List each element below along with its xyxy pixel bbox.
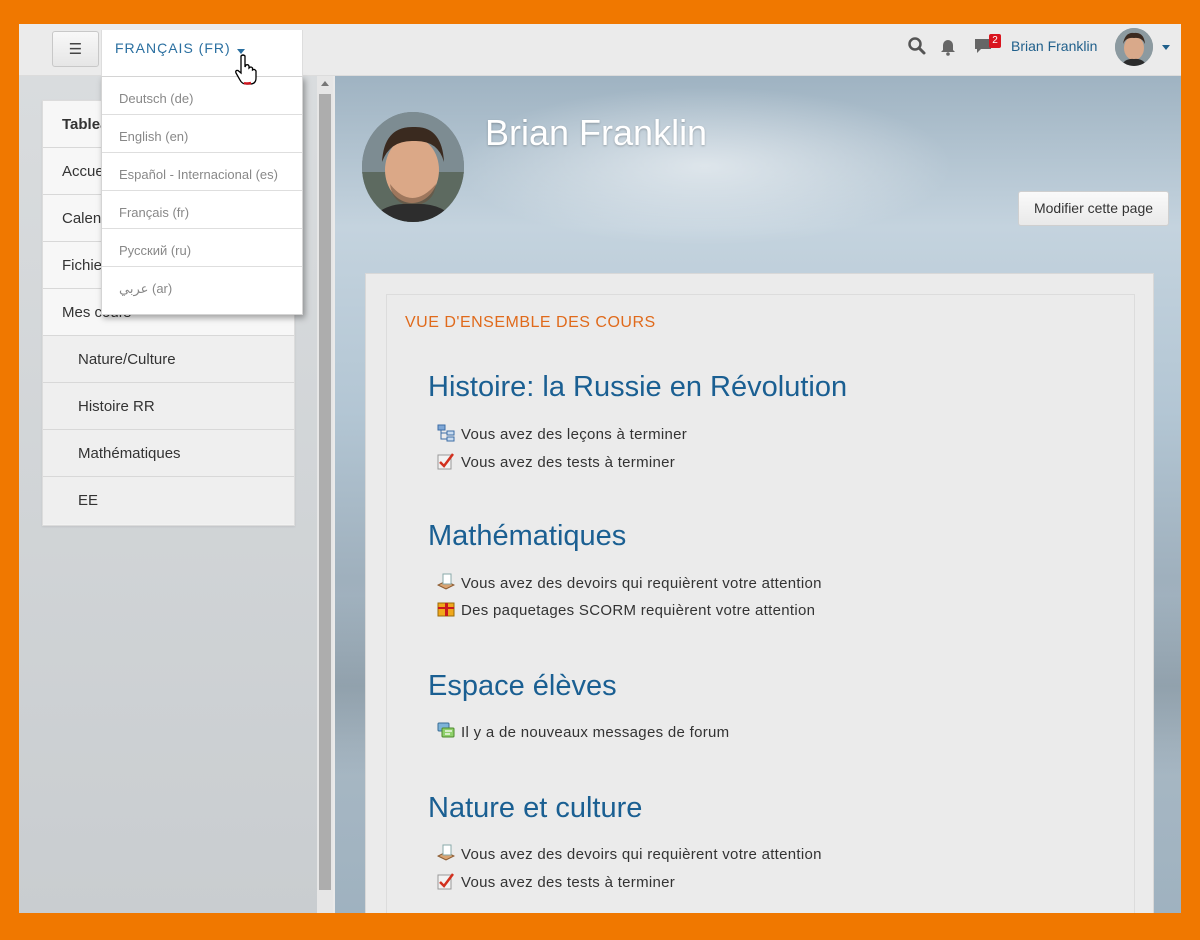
course-title[interactable]: Nature et culture <box>428 792 642 825</box>
course-alert: Vous avez des tests à terminer <box>437 872 675 891</box>
assignment-icon <box>437 573 455 590</box>
page-title: Brian Franklin <box>485 112 708 153</box>
top-navbar: ☰ FRANÇAIS (FR) 2 Brian Franklin <box>19 24 1181 76</box>
language-label[interactable]: FRANÇAIS (FR) <box>115 40 231 56</box>
quiz-icon <box>437 873 454 890</box>
header-background <box>455 86 955 246</box>
profile-picture <box>362 112 464 222</box>
search-icon[interactable] <box>907 36 927 56</box>
section-title: VUE D'ENSEMBLE DES COURS <box>405 314 656 331</box>
alert-text[interactable]: Des paquetages SCORM requièrent votre at… <box>461 602 815 619</box>
course-alert: Vous avez des leçons à terminer <box>437 424 687 443</box>
course-alert: Des paquetages SCORM requièrent votre at… <box>437 600 815 619</box>
language-option-de[interactable]: Deutsch (de) <box>102 77 302 115</box>
quiz-icon <box>437 453 454 470</box>
scorm-icon <box>437 602 455 617</box>
language-dropdown-menu: Deutsch (de) English (en) Español - Inte… <box>101 76 303 315</box>
user-menu-name[interactable]: Brian Franklin <box>1011 38 1097 54</box>
sidebar-item-course[interactable]: EE <box>43 477 294 524</box>
avatar[interactable] <box>1115 28 1153 66</box>
menu-toggle-button[interactable]: ☰ <box>52 31 99 67</box>
sidebar-item-course[interactable]: Mathématiques <box>43 430 294 477</box>
hand-cursor-icon <box>235 54 257 85</box>
scrollbar[interactable] <box>317 76 333 913</box>
scroll-up-arrow-icon[interactable] <box>321 81 329 86</box>
language-option-ar[interactable]: عربي (ar) <box>102 267 302 305</box>
course-alert: Il y a de nouveaux messages de forum <box>437 722 729 741</box>
lesson-icon <box>437 424 455 442</box>
language-option-es[interactable]: Español - Internacional (es) <box>102 153 302 191</box>
scrollbar-thumb[interactable] <box>319 94 331 890</box>
course-overview-panel: VUE D'ENSEMBLE DES COURS Histoire: la Ru… <box>386 294 1135 913</box>
sidebar-item-course[interactable]: Nature/Culture <box>43 336 294 383</box>
alert-text[interactable]: Vous avez des devoirs qui requièrent vot… <box>461 575 822 592</box>
language-option-en[interactable]: English (en) <box>102 115 302 153</box>
course-title[interactable]: Histoire: la Russie en Révolution <box>428 371 847 404</box>
app-window: ☰ FRANÇAIS (FR) 2 Brian Franklin Deutsch… <box>19 24 1181 913</box>
edit-page-button[interactable]: Modifier cette page <box>1018 191 1169 226</box>
chevron-down-icon[interactable] <box>1162 45 1170 50</box>
alert-text[interactable]: Il y a de nouveaux messages de forum <box>461 724 729 741</box>
alert-text[interactable]: Vous avez des tests à terminer <box>461 874 675 891</box>
course-alert: Vous avez des devoirs qui requièrent vot… <box>437 844 822 863</box>
course-alert: Vous avez des tests à terminer <box>437 452 675 471</box>
forum-icon <box>437 722 455 738</box>
course-title[interactable]: Espace élèves <box>428 670 617 703</box>
message-count-badge[interactable]: 2 <box>989 34 1001 48</box>
bell-icon[interactable] <box>938 36 958 56</box>
main-content: Brian Franklin Modifier cette page VUE D… <box>335 76 1181 913</box>
alert-text[interactable]: Vous avez des leçons à terminer <box>461 426 687 443</box>
language-selector[interactable]: FRANÇAIS (FR) <box>101 30 303 76</box>
language-option-fr[interactable]: Français (fr) <box>102 191 302 229</box>
assignment-icon <box>437 844 455 861</box>
course-title[interactable]: Mathématiques <box>428 520 626 553</box>
sidebar-item-course[interactable]: Histoire RR <box>43 383 294 430</box>
language-option-ru[interactable]: Русский (ru) <box>102 229 302 267</box>
alert-text[interactable]: Vous avez des devoirs qui requièrent vot… <box>461 846 822 863</box>
alert-text[interactable]: Vous avez des tests à terminer <box>461 454 675 471</box>
course-overview-card: VUE D'ENSEMBLE DES COURS Histoire: la Ru… <box>365 273 1154 913</box>
course-alert: Vous avez des devoirs qui requièrent vot… <box>437 573 822 592</box>
